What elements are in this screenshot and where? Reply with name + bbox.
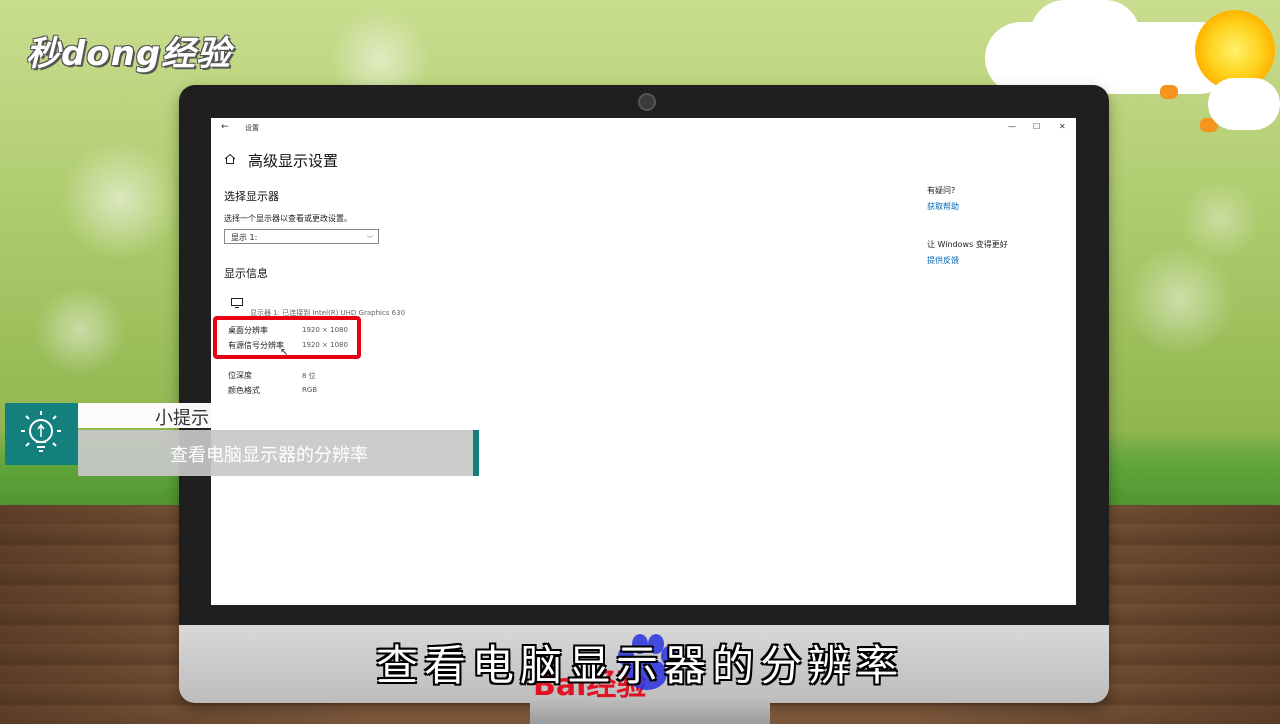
help-link[interactable]: 获取帮助: [927, 201, 959, 212]
settings-window: ← 设置 — ☐ ✕ 高级显示设置 选择显示器 选择一个显示器以查看或更改设置。…: [211, 118, 1076, 605]
tip-accent-bar: [473, 430, 479, 476]
display-select[interactable]: 显示 1: ⌵: [224, 229, 379, 244]
close-button[interactable]: ✕: [1059, 122, 1066, 131]
info-value: 8 位: [302, 372, 316, 380]
cloud: [1208, 78, 1280, 130]
title-bar: ← 设置 — ☐ ✕: [211, 118, 1076, 138]
chevron-down-icon: ⌵: [366, 231, 373, 240]
sun-ray: [1160, 85, 1178, 99]
display-info-heading: 显示信息: [224, 267, 268, 280]
back-arrow-icon[interactable]: ←: [221, 122, 229, 132]
site-logo: 秒dong经验: [26, 34, 232, 74]
display-select-value: 显示 1:: [231, 233, 258, 242]
video-subtitle: 查看电脑显示器的分辨率: [375, 641, 904, 690]
tip-title-bar: [78, 403, 428, 428]
info-label: 颜色格式: [228, 386, 260, 395]
info-value: RGB: [302, 386, 318, 394]
tip-text: 查看电脑显示器的分辨率: [170, 445, 368, 466]
page-title: 高级显示设置: [248, 152, 339, 170]
cloud: [1030, 0, 1140, 70]
choose-display-heading: 选择显示器: [224, 190, 279, 203]
feedback-heading: 让 Windows 变得更好: [927, 240, 1008, 249]
feedback-link[interactable]: 提供反馈: [927, 255, 959, 266]
mouse-cursor-icon: ↖: [280, 347, 289, 358]
window-title: 设置: [245, 124, 259, 132]
minimize-button[interactable]: —: [1008, 122, 1016, 131]
webcam-icon: [638, 93, 656, 111]
lightbulb-icon: [21, 411, 61, 452]
maximize-button[interactable]: ☐: [1033, 122, 1040, 131]
help-heading: 有疑问?: [927, 186, 956, 195]
tip-title: 小提示: [155, 408, 209, 429]
monitor-icon: [231, 298, 243, 308]
tip-icon-box: [5, 403, 78, 465]
choose-display-hint: 选择一个显示器以查看或更改设置。: [224, 214, 352, 223]
info-label: 位深度: [228, 371, 252, 380]
home-icon[interactable]: [224, 153, 236, 165]
